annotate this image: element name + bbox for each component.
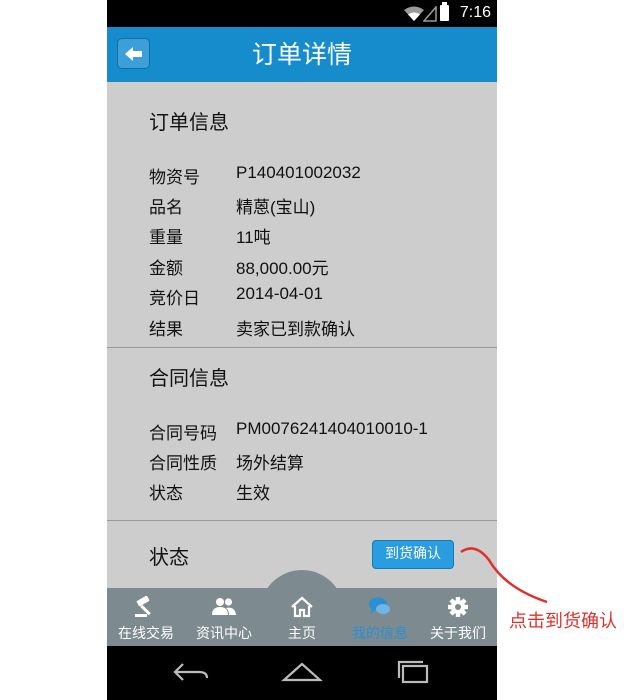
nav-news-center[interactable]: 资讯中心 [185, 588, 263, 646]
home-system-icon[interactable] [281, 660, 323, 684]
phone-screen: 7:16 订单详情 订单信息 物资号 P140401002032 品名 精蒽(宝… [107, 0, 497, 700]
contract-row-label: 状态 [149, 484, 183, 504]
contract-row-label: 合同号码 [149, 424, 217, 444]
back-system-icon[interactable] [171, 660, 211, 684]
order-row-label: 物资号 [149, 168, 200, 188]
order-row-value: 2014-04-01 [236, 284, 323, 303]
nav-home[interactable]: 主页 [263, 588, 341, 646]
order-row-value: 11吨 [236, 228, 271, 247]
order-row-value: P140401002032 [236, 163, 361, 182]
order-row-value: 88,000.00元 [236, 259, 329, 278]
chat-bubbles-icon [369, 597, 390, 614]
section-divider [107, 520, 497, 521]
order-row-label: 品名 [149, 198, 183, 218]
home-icon [291, 596, 313, 618]
contract-row-value: 场外结算 [236, 454, 304, 473]
back-button[interactable] [117, 38, 150, 69]
arrival-confirm-button[interactable]: 到货确认 [372, 540, 454, 569]
nav-label: 主页 [288, 626, 316, 642]
order-row-label: 金额 [149, 259, 183, 279]
gavel-icon [135, 596, 151, 617]
nav-label: 在线交易 [118, 626, 174, 642]
clock: 7:16 [459, 4, 491, 21]
nav-label: 关于我们 [430, 626, 486, 642]
recent-apps-icon[interactable] [393, 660, 433, 684]
system-nav-bar [107, 646, 497, 700]
contract-row-label: 合同性质 [149, 454, 217, 474]
page-title: 订单详情 [251, 40, 352, 69]
back-arrow-icon [125, 47, 142, 61]
status-title: 状态 [149, 545, 189, 569]
order-info-title: 订单信息 [149, 110, 229, 134]
order-row-label: 竞价日 [149, 289, 200, 309]
order-row-label: 重量 [149, 228, 183, 248]
nav-label: 资讯中心 [196, 626, 252, 642]
nav-online-trading[interactable]: 在线交易 [107, 588, 185, 646]
app-header: 订单详情 [107, 27, 497, 82]
contract-row-value: PM0076241404010010-1 [236, 419, 428, 438]
contract-row-value: 生效 [236, 484, 270, 503]
order-row-value: 精蒽(宝山) [236, 198, 316, 217]
status-bar: 7:16 [107, 0, 497, 27]
nav-label: 我的信息 [352, 626, 408, 642]
wifi-icon [404, 6, 424, 21]
battery-icon [440, 2, 449, 21]
annotation-label: 点击到货确认 [509, 611, 617, 632]
annotation-arrow [460, 547, 548, 604]
signal-icon [423, 6, 437, 22]
people-icon [212, 598, 236, 615]
order-row-value: 卖家已到款确认 [236, 320, 355, 339]
nav-my-info[interactable]: 我的信息 [341, 588, 419, 646]
order-row-label: 结果 [149, 320, 183, 340]
contract-info-title: 合同信息 [149, 366, 229, 390]
section-divider [107, 347, 497, 348]
